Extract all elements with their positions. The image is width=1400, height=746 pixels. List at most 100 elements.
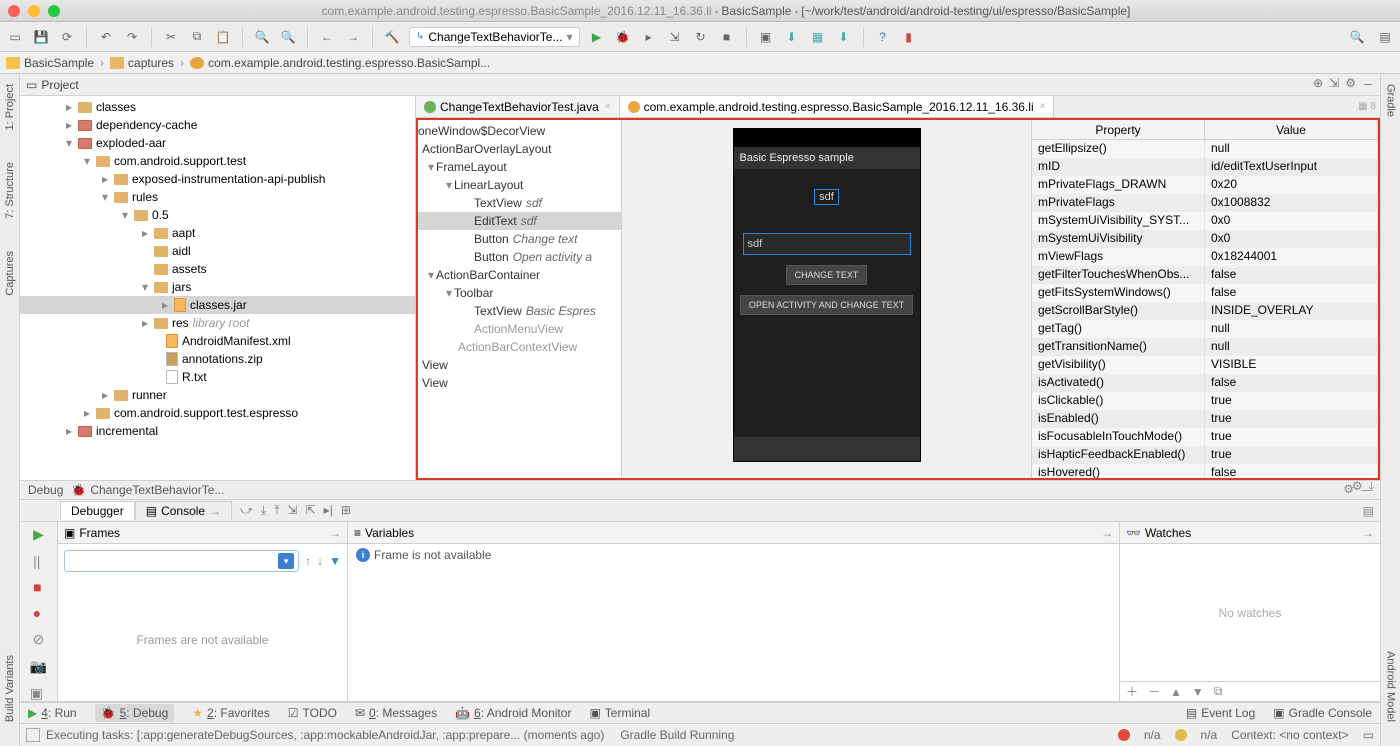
property-row[interactable]: getTag()null xyxy=(1032,320,1378,338)
property-row[interactable]: mIDid/editTextUserInput xyxy=(1032,158,1378,176)
profiler-icon[interactable]: ▮ xyxy=(900,28,918,46)
property-row[interactable]: getVisibility()VISIBLE xyxy=(1032,356,1378,374)
restart-icon[interactable]: ↻ xyxy=(692,28,710,46)
debugger-tab[interactable]: Debugger xyxy=(60,501,135,520)
phone-btn-change[interactable]: CHANGE TEXT xyxy=(786,265,868,285)
close-window-icon[interactable] xyxy=(8,5,20,17)
run-to-cursor-icon[interactable]: ▸| xyxy=(324,503,333,518)
collapse-icon[interactable]: ⇲ xyxy=(1329,76,1339,93)
settings-icon[interactable]: ▤ xyxy=(1376,28,1394,46)
find-icon[interactable]: 🔍 xyxy=(253,28,271,46)
property-row[interactable]: mSystemUiVisibility0x0 xyxy=(1032,230,1378,248)
error-indicator-icon[interactable] xyxy=(1118,729,1130,741)
resume-icon[interactable]: ▶ xyxy=(33,526,44,543)
stop-dbg-icon[interactable]: ■ xyxy=(33,579,44,595)
status-toggle-icon[interactable] xyxy=(26,728,40,742)
search-everywhere-icon[interactable]: 🔍 xyxy=(1348,28,1366,46)
monitor-icon[interactable]: ⬇ xyxy=(835,28,853,46)
mute-bp-icon[interactable]: ⊘ xyxy=(33,631,45,648)
breadcrumb-file[interactable]: com.example.android.testing.espresso.Bas… xyxy=(190,56,490,70)
watch-down-icon[interactable]: ▼ xyxy=(1192,685,1204,699)
property-row[interactable]: isClickable()true xyxy=(1032,392,1378,410)
minimize-window-icon[interactable] xyxy=(28,5,40,17)
property-row[interactable]: getScrollBarStyle()INSIDE_OVERLAY xyxy=(1032,302,1378,320)
property-row[interactable]: isHapticFeedbackEnabled()true xyxy=(1032,446,1378,464)
phone-btn-open[interactable]: OPEN ACTIVITY AND CHANGE TEXT xyxy=(740,295,913,315)
property-row[interactable]: mPrivateFlags_DRAWN0x20 xyxy=(1032,176,1378,194)
thread-icon[interactable]: ▤ xyxy=(1363,504,1380,518)
coverage-icon[interactable]: ▸ xyxy=(640,28,658,46)
tab-gear-icon[interactable]: ▦ 8 xyxy=(1354,101,1380,112)
event-log-tool[interactable]: ▤Event Log xyxy=(1186,706,1255,720)
watch-remove-icon[interactable]: － xyxy=(1148,683,1160,700)
property-row[interactable]: mViewFlags0x18244001 xyxy=(1032,248,1378,266)
hide-icon[interactable]: － xyxy=(1362,76,1374,93)
sidebar-tab-android-model[interactable]: Android Model xyxy=(1383,647,1399,726)
paste-icon[interactable]: 📋 xyxy=(214,28,232,46)
android-monitor-tool[interactable]: 🤖6: Android Monitor xyxy=(455,706,571,720)
open-icon[interactable]: ▭ xyxy=(6,28,24,46)
evaluate-icon[interactable]: ⊞ xyxy=(341,503,351,518)
phone-input[interactable] xyxy=(743,233,911,255)
frame-filter-icon[interactable]: ▼ xyxy=(329,554,341,568)
property-row[interactable]: isEnabled()true xyxy=(1032,410,1378,428)
zoom-window-icon[interactable] xyxy=(48,5,60,17)
watch-pin-icon[interactable]: → xyxy=(1362,526,1374,540)
property-row[interactable]: getEllipsize()null xyxy=(1032,140,1378,158)
attach-icon[interactable]: ⇲ xyxy=(666,28,684,46)
gradle-console-tool[interactable]: ▣Gradle Console xyxy=(1273,706,1372,720)
avd-icon[interactable]: ▣ xyxy=(757,28,775,46)
property-row[interactable]: isHovered()false xyxy=(1032,464,1378,478)
property-row[interactable]: isActivated()false xyxy=(1032,374,1378,392)
warning-indicator-icon[interactable] xyxy=(1175,729,1187,741)
run-tool[interactable]: ▶4: Run xyxy=(28,706,77,720)
property-row[interactable]: getTransitionName()null xyxy=(1032,338,1378,356)
watch-up-icon[interactable]: ▲ xyxy=(1170,685,1182,699)
editor-tab[interactable]: ChangeTextBehaviorTest.java× xyxy=(416,96,620,117)
view-hierarchy-tree[interactable]: oneWindow$DecorView ActionBarOverlayLayo… xyxy=(418,120,622,478)
step-over-icon[interactable]: ⤻ xyxy=(240,503,253,518)
property-row[interactable]: getFitsSystemWindows()false xyxy=(1032,284,1378,302)
nav-forward-icon[interactable]: → xyxy=(344,28,362,46)
frame-up-icon[interactable]: ↑ xyxy=(305,554,311,568)
vars-pin-icon[interactable]: → xyxy=(1101,526,1113,540)
force-step-icon[interactable]: ⇲ xyxy=(288,503,298,518)
messages-tool[interactable]: ✉0: Messages xyxy=(355,706,437,720)
copy-icon[interactable]: ⧉ xyxy=(188,28,206,46)
layout-icon[interactable]: ▦ xyxy=(809,28,827,46)
sidebar-tab-build-variants[interactable]: Build Variants xyxy=(2,651,18,726)
run-config-selector[interactable]: ↳ ChangeTextBehaviorTe... ▾ xyxy=(409,27,580,47)
sidebar-tab-captures[interactable]: Captures xyxy=(2,247,18,300)
editor-tab-active[interactable]: com.example.android.testing.espresso.Bas… xyxy=(620,96,1055,117)
watch-add-icon[interactable]: ＋ xyxy=(1126,683,1138,700)
watch-copy-icon[interactable]: ⧉ xyxy=(1214,684,1223,699)
step-out-icon[interactable]: ⤒ xyxy=(274,503,279,518)
property-row[interactable]: getFilterTouchesWhenObs...false xyxy=(1032,266,1378,284)
thread-dump-icon[interactable]: 📷 xyxy=(30,658,47,675)
nav-back-icon[interactable]: ← xyxy=(318,28,336,46)
console-tab[interactable]: ▤Console→ xyxy=(135,501,232,520)
scope-icon[interactable]: ⊕ xyxy=(1313,76,1323,93)
gear-icon[interactable]: ⚙ xyxy=(1345,76,1356,93)
context-label[interactable]: Context: <no context> xyxy=(1231,728,1348,742)
property-row[interactable]: isFocusableInTouchMode()true xyxy=(1032,428,1378,446)
pause-icon[interactable]: || xyxy=(33,553,44,569)
step-into-icon[interactable]: ⤓ xyxy=(261,503,266,518)
help-icon[interactable]: ? xyxy=(874,28,892,46)
restore-layout-icon[interactable]: ▣ xyxy=(30,685,47,702)
debug-icon[interactable]: 🐞 xyxy=(614,28,632,46)
sidebar-tab-gradle[interactable]: Gradle xyxy=(1383,80,1399,121)
redo-icon[interactable]: ↷ xyxy=(123,28,141,46)
sdk-icon[interactable]: ⬇ xyxy=(783,28,801,46)
close-tab-icon[interactable]: × xyxy=(1040,101,1046,112)
sync-icon[interactable]: ⟳ xyxy=(58,28,76,46)
undo-icon[interactable]: ↶ xyxy=(97,28,115,46)
sidebar-tab-structure[interactable]: 7: Structure xyxy=(2,158,18,223)
stop-icon[interactable]: ■ xyxy=(718,28,736,46)
terminal-tool[interactable]: ▣Terminal xyxy=(589,706,650,720)
breakpoints-icon[interactable]: ● xyxy=(33,605,45,621)
events-icon[interactable]: ▭ xyxy=(1363,728,1374,742)
cut-icon[interactable]: ✂ xyxy=(162,28,180,46)
inspector-export-icon[interactable]: ⤓ xyxy=(1369,479,1374,494)
todo-tool[interactable]: ☑TODO xyxy=(288,706,337,720)
